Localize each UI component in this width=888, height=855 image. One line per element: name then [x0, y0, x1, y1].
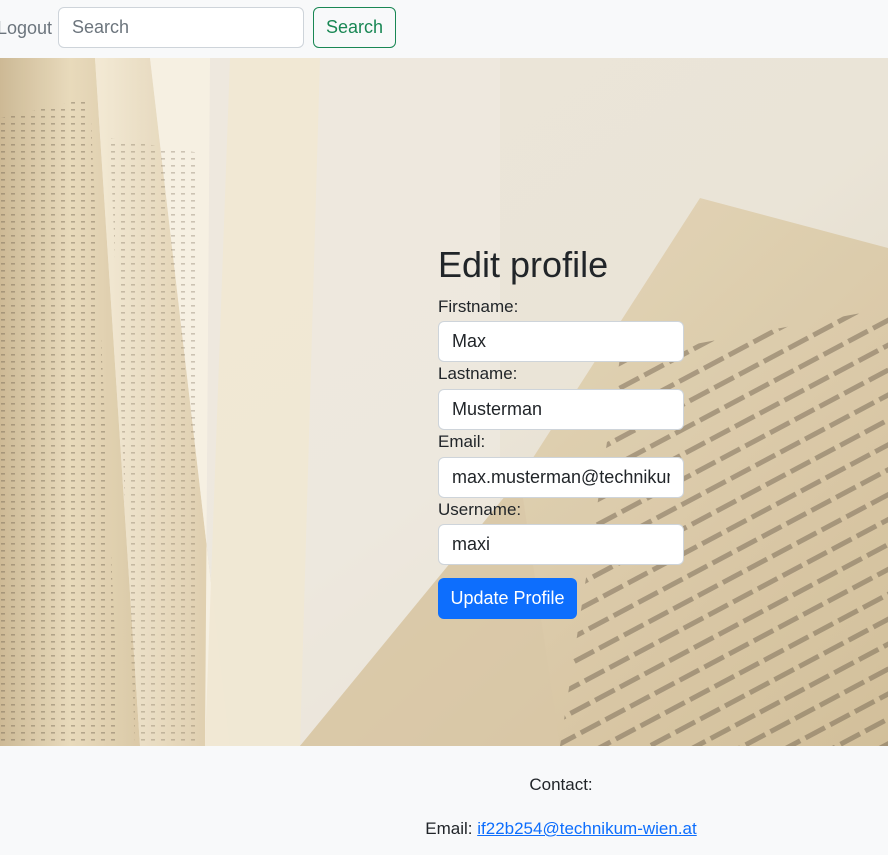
- hero-section: Edit profile Firstname: Lastname: Email:…: [0, 58, 888, 746]
- search-input[interactable]: [58, 7, 304, 48]
- email-label: Email:: [438, 432, 486, 451]
- navbar: Logout Search: [0, 0, 888, 58]
- logout-link[interactable]: Logout: [0, 17, 52, 39]
- lastname-field[interactable]: [438, 389, 684, 430]
- email-field[interactable]: [438, 457, 684, 498]
- lastname-label: Lastname:: [438, 364, 518, 383]
- update-profile-button[interactable]: Update Profile: [438, 578, 577, 619]
- firstname-label: Firstname:: [438, 297, 519, 316]
- footer: Contact: Email: if22b254@technikum-wien.…: [0, 746, 888, 855]
- username-field[interactable]: [438, 524, 684, 565]
- username-label: Username:: [438, 500, 522, 519]
- page-title: Edit profile: [438, 244, 609, 285]
- contact-email-line: Email: if22b254@technikum-wien.at: [0, 819, 888, 839]
- firstname-field[interactable]: [438, 321, 684, 362]
- contact-heading: Contact:: [529, 775, 593, 794]
- search-button[interactable]: Search: [313, 7, 396, 48]
- contact-email-prefix: Email:: [425, 819, 473, 838]
- contact-email-link[interactable]: if22b254@technikum-wien.at: [477, 819, 697, 838]
